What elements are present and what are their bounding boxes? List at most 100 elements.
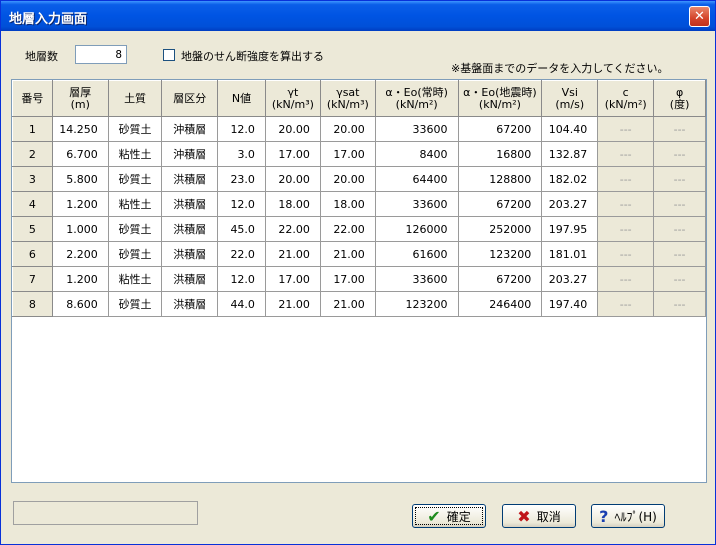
gamma-t-cell[interactable]: 18.00	[264, 191, 321, 217]
cohesion-cell: ---	[597, 191, 655, 217]
help-button[interactable]: ? ﾍﾙﾌﾟ(H)	[591, 504, 665, 528]
vsi-cell[interactable]: 182.02	[541, 166, 599, 192]
eo-seismic-cell[interactable]: 16800	[457, 141, 543, 167]
eo-normal-cell[interactable]: 33600	[374, 191, 459, 217]
table-row[interactable]: 3 5.800 砂質土 洪積層 23.0 20.00 20.00 64400 128800 182…	[12, 166, 706, 192]
column-header-unit: (m/s)	[555, 97, 585, 111]
layer-data-grid[interactable]: 番号 層厚 (m) 土質 層区分 N値 γt (kN/m³) γsat (kN/m³) α・Eo(常…	[11, 79, 707, 483]
cancel-button[interactable]: ✖ 取消	[502, 504, 576, 528]
soil-type-cell[interactable]: 砂質土	[107, 241, 163, 267]
gamma-t-cell[interactable]: 17.00	[264, 266, 321, 292]
gamma-sat-cell[interactable]: 22.00	[319, 216, 376, 242]
vsi-cell[interactable]: 132.87	[541, 141, 599, 167]
confirm-button[interactable]: ✔ 確定	[412, 504, 486, 528]
gamma-sat-cell[interactable]: 21.00	[319, 291, 376, 317]
eo-normal-cell[interactable]: 126000	[374, 216, 459, 242]
n-value-cell[interactable]: 22.0	[217, 241, 266, 267]
n-value-cell[interactable]: 45.0	[217, 216, 266, 242]
eo-seismic-cell[interactable]: 67200	[457, 191, 543, 217]
vsi-cell[interactable]: 197.40	[541, 291, 599, 317]
column-header: 土質	[107, 80, 163, 117]
gamma-t-cell[interactable]: 20.00	[264, 166, 321, 192]
soil-type-cell[interactable]: 粘性土	[107, 191, 163, 217]
gamma-t-cell[interactable]: 21.00	[264, 241, 321, 267]
close-button[interactable]: ✕	[689, 6, 710, 27]
soil-type-cell[interactable]: 砂質土	[107, 291, 163, 317]
table-row[interactable]: 1 14.250 砂質土 沖積層 12.0 20.00 20.00 33600 67200 104…	[12, 116, 706, 142]
stratum-cell[interactable]: 洪積層	[161, 266, 219, 292]
gamma-sat-cell[interactable]: 20.00	[319, 166, 376, 192]
n-value-cell[interactable]: 3.0	[217, 141, 266, 167]
vsi-cell[interactable]: 104.40	[541, 116, 599, 142]
table-row[interactable]: 2 6.700 粘性土 沖積層 3.0 17.00 17.00 8400 16800 132.87…	[12, 141, 706, 167]
eo-seismic-cell[interactable]: 123200	[457, 241, 543, 267]
soil-type-cell[interactable]: 砂質土	[107, 166, 163, 192]
soil-type-cell[interactable]: 砂質土	[107, 216, 163, 242]
gamma-sat-cell[interactable]: 17.00	[319, 266, 376, 292]
vsi-cell[interactable]: 197.95	[541, 216, 599, 242]
n-value-cell[interactable]: 12.0	[217, 266, 266, 292]
gamma-sat-cell[interactable]: 20.00	[319, 116, 376, 142]
n-value-cell[interactable]: 44.0	[217, 291, 266, 317]
soil-type-cell[interactable]: 粘性土	[107, 266, 163, 292]
thickness-cell[interactable]: 1.200	[51, 191, 109, 217]
gamma-sat-cell[interactable]: 18.00	[319, 191, 376, 217]
table-row[interactable]: 8 8.600 砂質土 洪積層 44.0 21.00 21.00 123200 246400 19…	[12, 291, 706, 317]
eo-seismic-cell[interactable]: 67200	[457, 266, 543, 292]
eo-normal-cell[interactable]: 33600	[374, 116, 459, 142]
close-icon: ✕	[694, 9, 705, 24]
table-row[interactable]: 5 1.000 砂質土 洪積層 45.0 22.00 22.00 126000 252000 19…	[12, 216, 706, 242]
column-header-unit: (kN/m³)	[271, 97, 314, 111]
gamma-t-cell[interactable]: 20.00	[264, 116, 321, 142]
stratum-cell[interactable]: 沖積層	[161, 141, 219, 167]
column-header-unit: (kN/m²)	[604, 97, 647, 111]
stratum-cell[interactable]: 洪積層	[161, 191, 219, 217]
eo-seismic-cell[interactable]: 128800	[457, 166, 543, 192]
eo-normal-cell[interactable]: 8400	[374, 141, 459, 167]
column-header-unit: (kN/m²)	[395, 97, 438, 111]
thickness-cell[interactable]: 2.200	[51, 241, 109, 267]
eo-seismic-cell[interactable]: 252000	[457, 216, 543, 242]
stratum-cell[interactable]: 洪積層	[161, 291, 219, 317]
n-value-cell[interactable]: 12.0	[217, 191, 266, 217]
n-value-cell[interactable]: 23.0	[217, 166, 266, 192]
vsi-cell[interactable]: 203.27	[541, 191, 599, 217]
soil-type-cell[interactable]: 砂質土	[107, 116, 163, 142]
gamma-t-cell[interactable]: 17.00	[264, 141, 321, 167]
check-icon: ✔	[427, 506, 441, 526]
thickness-cell[interactable]: 14.250	[51, 116, 109, 142]
shear-strength-checkbox[interactable]	[163, 49, 175, 61]
vsi-cell[interactable]: 181.01	[541, 241, 599, 267]
thickness-cell[interactable]: 1.200	[51, 266, 109, 292]
eo-normal-cell[interactable]: 33600	[374, 266, 459, 292]
column-header-title: 土質	[124, 91, 147, 105]
table-row[interactable]: 4 1.200 粘性土 洪積層 12.0 18.00 18.00 33600 67200 203.…	[12, 191, 706, 217]
gamma-sat-cell[interactable]: 21.00	[319, 241, 376, 267]
gamma-sat-cell[interactable]: 17.00	[319, 141, 376, 167]
shear-strength-label[interactable]: 地盤のせん断強度を算出する	[181, 48, 324, 64]
vsi-cell[interactable]: 203.27	[541, 266, 599, 292]
stratum-cell[interactable]: 洪積層	[161, 241, 219, 267]
gamma-t-cell[interactable]: 21.00	[264, 291, 321, 317]
thickness-cell[interactable]: 1.000	[51, 216, 109, 242]
eo-seismic-cell[interactable]: 67200	[457, 116, 543, 142]
stratum-cell[interactable]: 洪積層	[161, 166, 219, 192]
eo-normal-cell[interactable]: 64400	[374, 166, 459, 192]
thickness-cell[interactable]: 8.600	[51, 291, 109, 317]
thickness-cell[interactable]: 6.700	[51, 141, 109, 167]
row-number: 8	[12, 291, 53, 317]
stratum-cell[interactable]: 沖積層	[161, 116, 219, 142]
table-row[interactable]: 7 1.200 粘性土 洪積層 12.0 17.00 17.00 33600 67200 203.…	[12, 266, 706, 292]
cohesion-cell: ---	[597, 241, 655, 267]
title-bar[interactable]: 地層入力画面 ✕	[1, 1, 715, 31]
n-value-cell[interactable]: 12.0	[217, 116, 266, 142]
table-row[interactable]: 6 2.200 砂質土 洪積層 22.0 21.00 21.00 61600 123200 181…	[12, 241, 706, 267]
eo-normal-cell[interactable]: 61600	[374, 241, 459, 267]
stratum-cell[interactable]: 洪積層	[161, 216, 219, 242]
eo-normal-cell[interactable]: 123200	[374, 291, 459, 317]
gamma-t-cell[interactable]: 22.00	[264, 216, 321, 242]
thickness-cell[interactable]: 5.800	[51, 166, 109, 192]
soil-type-cell[interactable]: 粘性土	[107, 141, 163, 167]
eo-seismic-cell[interactable]: 246400	[457, 291, 543, 317]
layer-count-input[interactable]: 8	[75, 45, 127, 64]
